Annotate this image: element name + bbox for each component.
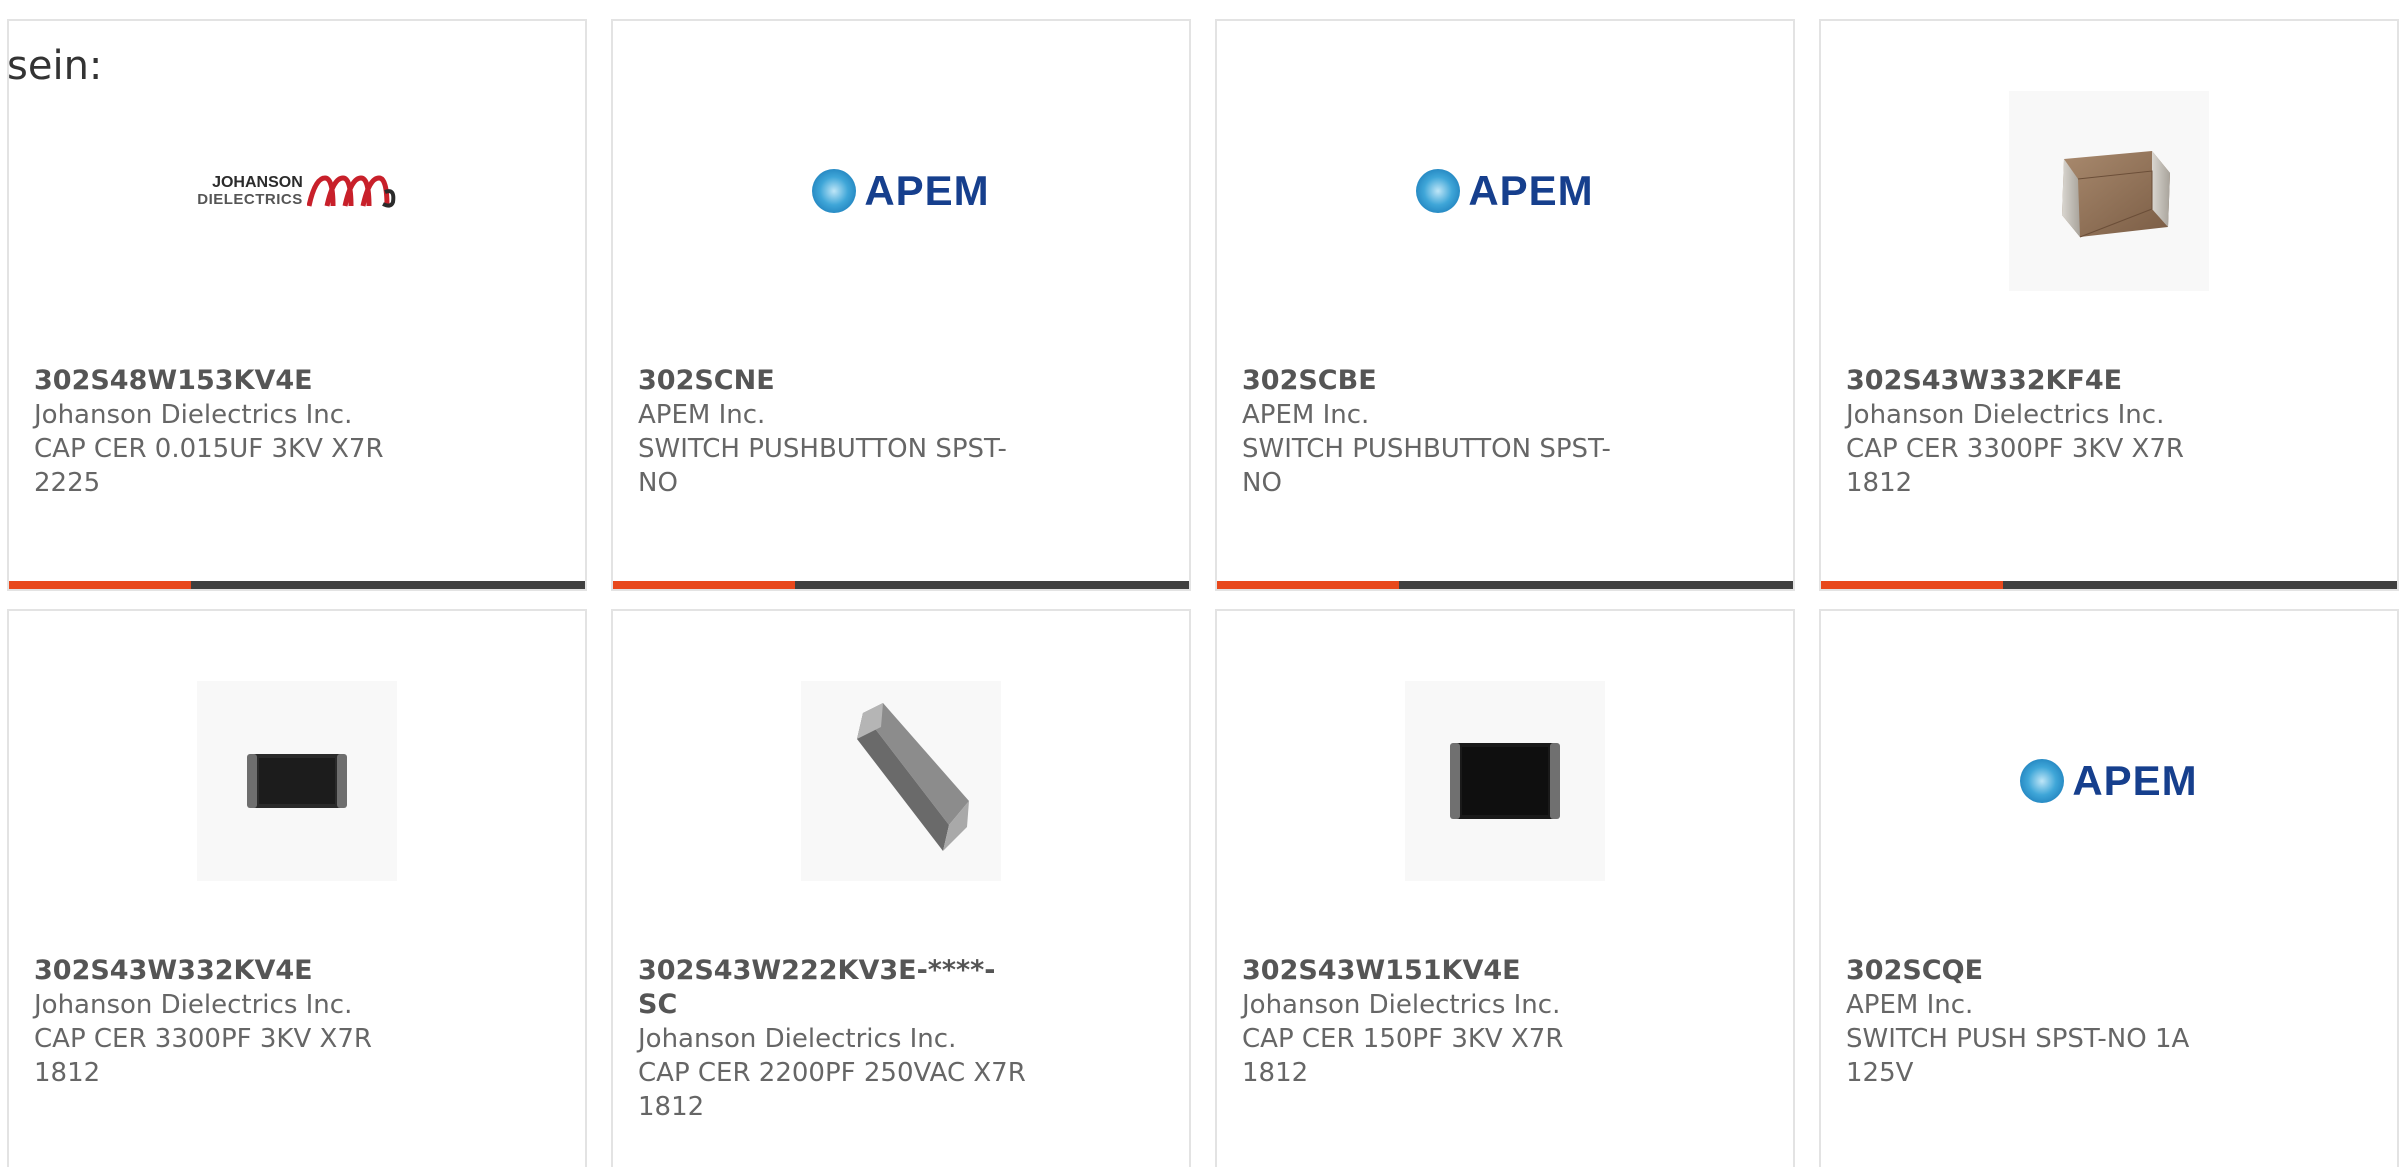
product-image[interactable]: JOHANSON DIELECTRICS: [9, 91, 585, 291]
manufacturer: APEM Inc.: [1242, 400, 1370, 430]
part-number[interactable]: 302S43W332KV4E: [34, 954, 425, 988]
apem-globe-icon: [2020, 759, 2065, 803]
product-image[interactable]: [9, 681, 585, 881]
description: CAP CER 3300PF 3KV X7R 1812: [1846, 434, 2184, 498]
apem-logo: APEM: [2020, 757, 2197, 805]
logo-text: APEM: [2072, 757, 2198, 804]
apem-logo: APEM: [812, 167, 989, 215]
description: SWITCH PUSHBUTTON SPST-NO: [638, 434, 1007, 498]
part-number[interactable]: 302SCNE: [638, 364, 1029, 398]
card-underline: [1821, 581, 2397, 589]
manufacturer: Johanson Dielectrics Inc.: [34, 400, 353, 430]
manufacturer: Johanson Dielectrics Inc.: [1242, 990, 1561, 1020]
card-underline: [9, 581, 585, 589]
product-grid: JOHANSON DIELECTRICS 302S48W153KV4E Joha…: [7, 19, 2399, 1167]
product-card[interactable]: 302S43W332KV4E Johanson Dielectrics Inc.…: [7, 609, 587, 1167]
black-chip-capacitor-icon: [1450, 743, 1560, 819]
product-image[interactable]: APEM: [1217, 91, 1793, 291]
product-card[interactable]: APEM 302SCBE APEM Inc. SWITCH PUSHBUTTON…: [1215, 19, 1795, 591]
manufacturer: Johanson Dielectrics Inc.: [1846, 400, 2165, 430]
part-number[interactable]: 302S43W332KF4E: [1846, 364, 2237, 398]
product-image[interactable]: APEM: [1821, 681, 2397, 881]
part-number[interactable]: 302S43W151KV4E: [1242, 954, 1633, 988]
description: SWITCH PUSH SPST-NO 1A 125V: [1846, 1024, 2190, 1088]
product-card[interactable]: 302S43W151KV4E Johanson Dielectrics Inc.…: [1215, 609, 1795, 1167]
grey-chip-capacitor-icon: [857, 703, 969, 851]
description: CAP CER 2200PF 250VAC X7R 1812: [638, 1058, 1026, 1122]
product-card[interactable]: JOHANSON DIELECTRICS 302S48W153KV4E Joha…: [7, 19, 587, 591]
brown-chip-capacitor-icon: [2062, 151, 2170, 238]
description: SWITCH PUSHBUTTON SPST-NO: [1242, 434, 1611, 498]
apem-globe-icon: [812, 169, 857, 213]
apem-globe-icon: [1416, 169, 1461, 213]
manufacturer: APEM Inc.: [638, 400, 766, 430]
johanson-arcs-icon: [306, 175, 396, 208]
part-number[interactable]: 302SCBE: [1242, 364, 1633, 398]
intro-text: sein:: [7, 43, 103, 89]
part-number[interactable]: 302S48W153KV4E: [34, 364, 425, 398]
description: CAP CER 3300PF 3KV X7R 1812: [34, 1024, 372, 1088]
part-number[interactable]: 302SCQE: [1846, 954, 2237, 988]
logo-text: APEM: [1468, 167, 1594, 214]
product-card[interactable]: APEM 302SCNE APEM Inc. SWITCH PUSHBUTTON…: [611, 19, 1191, 591]
product-card[interactable]: 302S43W332KF4E Johanson Dielectrics Inc.…: [1819, 19, 2399, 591]
product-image[interactable]: [1217, 681, 1793, 881]
manufacturer: Johanson Dielectrics Inc.: [34, 990, 353, 1020]
logo-line2: DIELECTRICS: [197, 191, 303, 208]
product-card[interactable]: APEM 302SCQE APEM Inc. SWITCH PUSH SPST-…: [1819, 609, 2399, 1167]
manufacturer: Johanson Dielectrics Inc.: [638, 1024, 957, 1054]
description: CAP CER 150PF 3KV X7R 1812: [1242, 1024, 1564, 1088]
apem-logo: APEM: [1416, 167, 1593, 215]
part-number[interactable]: 302S43W222KV3E-****-SC: [638, 954, 1029, 1022]
product-image[interactable]: APEM: [613, 91, 1189, 291]
logo-line1: JOHANSON: [212, 174, 303, 191]
logo-text: APEM: [864, 167, 990, 214]
manufacturer: APEM Inc.: [1846, 990, 1974, 1020]
product-image[interactable]: [1821, 91, 2397, 291]
product-results-page: sein: JOHANSON DIELECTRICS 302S48W153KV4…: [0, 0, 2400, 1167]
description: CAP CER 0.015UF 3KV X7R 2225: [34, 434, 384, 498]
black-chip-capacitor-icon: [247, 754, 347, 808]
product-card[interactable]: 302S43W222KV3E-****-SC Johanson Dielectr…: [611, 609, 1191, 1167]
card-underline: [1217, 581, 1793, 589]
card-underline: [613, 581, 1189, 589]
product-image[interactable]: [613, 681, 1189, 881]
johanson-logo: JOHANSON DIELECTRICS: [197, 174, 397, 208]
